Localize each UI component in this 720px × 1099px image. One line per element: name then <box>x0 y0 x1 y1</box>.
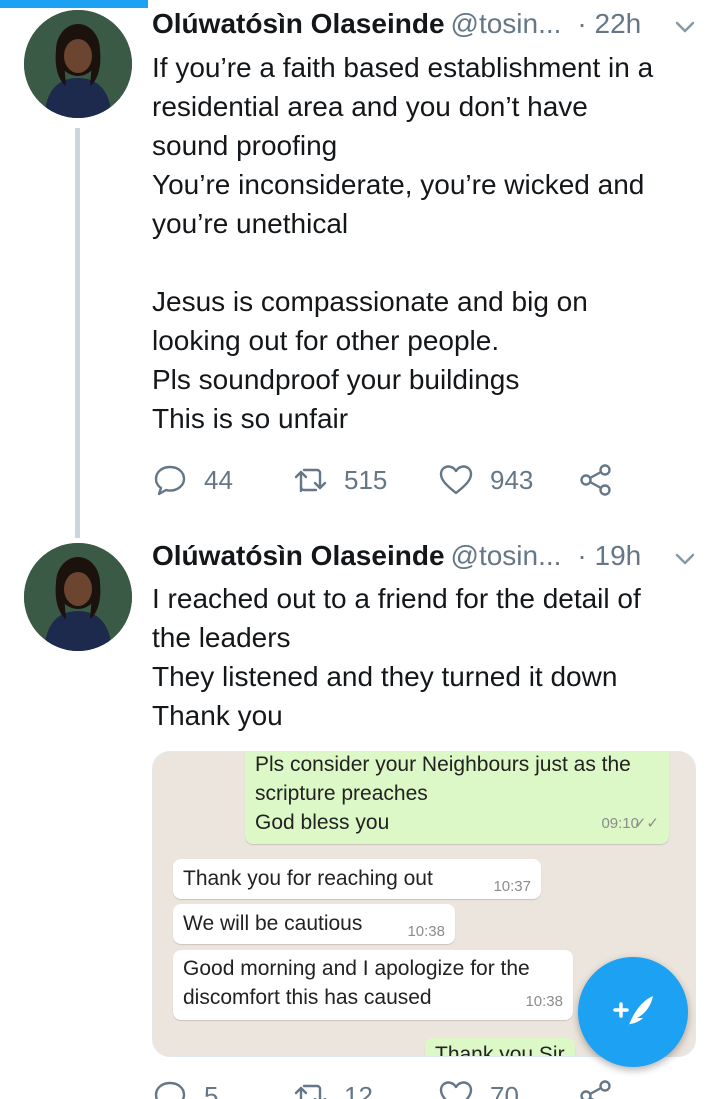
tweet[interactable]: Olúwatósìn Olaseinde @tosin... · 22h If yo… <box>0 0 720 538</box>
display-name[interactable]: Olúwatósìn Olaseinde <box>152 540 445 571</box>
tweet-text-line: I reached out to a friend for the detail… <box>152 583 641 614</box>
like-button[interactable]: 70 <box>438 1076 519 1099</box>
reply-count: 5 <box>204 1080 219 1099</box>
chevron-down-icon[interactable] <box>672 14 698 40</box>
chevron-down-icon[interactable] <box>672 546 698 572</box>
tweet-text-line: you’re unethical <box>152 208 349 239</box>
tweet-text-line: This is so unfair <box>152 403 349 434</box>
chat-message: We will be cautious <box>183 912 363 935</box>
share-button[interactable] <box>578 460 614 500</box>
tweet-text-line: Pls soundproof your buildings <box>152 364 520 395</box>
compose-tweet-button[interactable] <box>578 957 688 1067</box>
reply-icon <box>154 1081 186 1099</box>
chat-message-line: Pls consider your Neighbours just as the <box>255 753 631 776</box>
tweet-text-line: the leaders <box>152 622 291 653</box>
retweet-icon <box>294 468 327 493</box>
retweet-count: 515 <box>344 464 388 495</box>
reply-button[interactable]: 5 <box>152 1076 218 1099</box>
tweet-actions: 44 515 943 <box>152 460 632 500</box>
chat-message-line: God bless you <box>255 811 390 834</box>
avatar[interactable] <box>24 543 132 651</box>
chat-timestamp: 10:37 <box>493 878 531 895</box>
like-button[interactable]: 943 <box>438 460 533 500</box>
timestamp: · 19h <box>577 540 642 571</box>
tweet-text-line: If you’re a faith based establishment in… <box>152 52 654 83</box>
tweet-text-line: residential area and you don’t have <box>152 91 588 122</box>
share-icon <box>580 1080 611 1099</box>
tweet-text-line: Jesus is compassionate and big on <box>152 286 588 317</box>
reply-button[interactable]: 44 <box>152 460 233 500</box>
heart-icon <box>439 465 473 495</box>
chat-bubble-incoming: Thank you for reaching out 10:37 <box>173 859 541 899</box>
double-check-icon: ✓✓ <box>633 815 659 832</box>
retweet-count: 12 <box>344 1080 373 1099</box>
tweet-text-line: They listened and they turned it down <box>152 661 618 692</box>
compose-tweet-icon <box>613 996 653 1030</box>
tweet-header: Olúwatósìn Olaseinde @tosin... · 19h <box>152 536 641 576</box>
retweet-icon <box>294 1084 327 1099</box>
tweet-text-line: sound proofing <box>152 130 338 161</box>
chat-bubble-incoming: Good morning and I apologize for the dis… <box>173 950 573 1020</box>
avatar[interactable] <box>24 10 132 118</box>
chat-message-line: scripture preaches <box>255 782 428 805</box>
tweet-text: I reached out to a friend for the detail… <box>152 579 702 735</box>
display-name[interactable]: Olúwatósìn Olaseinde <box>152 8 445 39</box>
like-count: 943 <box>490 464 534 495</box>
chat-message: Thank you for reaching out <box>183 867 433 890</box>
chat-timestamp: 10:38 <box>525 993 563 1010</box>
tweet-text-line <box>152 243 702 282</box>
timestamp: · 22h <box>577 8 642 39</box>
retweet-button[interactable]: 12 <box>292 1076 373 1099</box>
reply-icon <box>154 465 186 496</box>
chat-message-line: discomfort this has caused <box>183 986 432 1009</box>
reply-count: 44 <box>204 464 233 495</box>
user-handle[interactable]: @tosin... <box>451 8 562 39</box>
tweet-text-line: You’re inconsiderate, you’re wicked and <box>152 169 645 200</box>
chat-bubble-outgoing: Thank you Sir <box>425 1038 575 1057</box>
tweet-header: Olúwatósìn Olaseinde @tosin... · 22h <box>152 4 641 44</box>
chat-message-line: Good morning and I apologize for the <box>183 957 530 980</box>
share-button[interactable] <box>578 1076 614 1099</box>
tweet-text-line: looking out for other people. <box>152 325 500 356</box>
tweet-text-line: Thank you <box>152 700 283 731</box>
retweet-button[interactable]: 515 <box>292 460 387 500</box>
user-handle[interactable]: @tosin... <box>451 540 562 571</box>
chat-bubble-incoming: We will be cautious 10:38 <box>173 904 455 944</box>
like-count: 70 <box>490 1080 519 1099</box>
thread-connector-line <box>75 128 80 538</box>
chat-timestamp: 10:38 <box>407 923 445 940</box>
chat-bubble-outgoing: Pls consider your Neighbours just as the… <box>245 752 669 844</box>
heart-icon <box>439 1081 473 1099</box>
tweet-text: If you’re a faith based establishment in… <box>152 48 702 438</box>
share-icon <box>580 464 611 496</box>
tweet-actions: 5 12 70 <box>152 1076 632 1099</box>
chat-message: Thank you Sir <box>435 1043 565 1057</box>
